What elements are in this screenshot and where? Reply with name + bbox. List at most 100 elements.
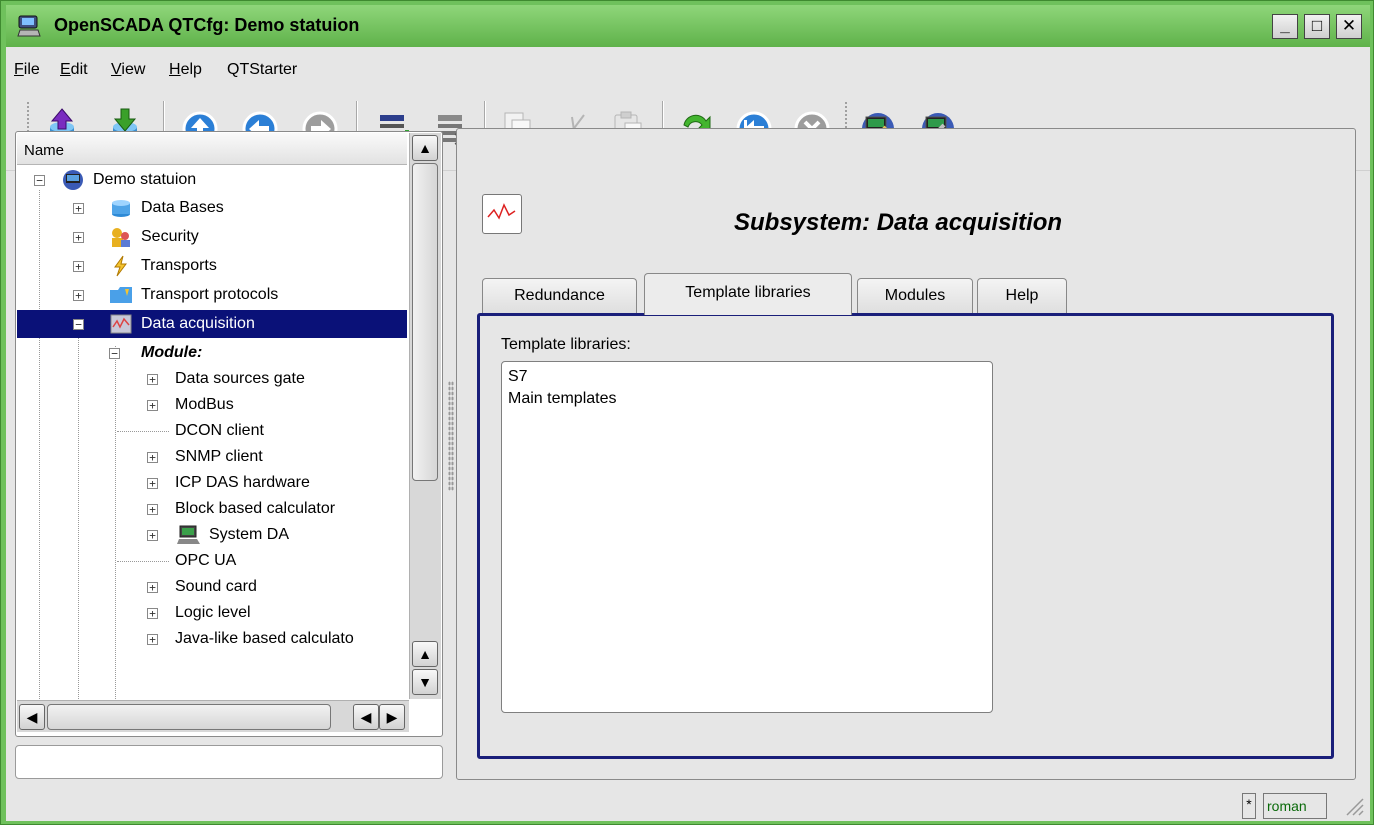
- scroll-up-icon[interactable]: ▲: [412, 641, 438, 667]
- close-button[interactable]: ✕: [1336, 14, 1362, 39]
- modified-indicator[interactable]: *: [1242, 793, 1256, 819]
- tree-item-system-da[interactable]: + System DA: [17, 521, 407, 549]
- app-window: OpenSCADA QTCfg: Demo statuion _ □ ✕ Fil…: [0, 0, 1374, 825]
- tree-item-data-bases[interactable]: + Data Bases: [17, 194, 407, 222]
- collapse-icon[interactable]: −: [34, 175, 45, 186]
- tree-item-snmp-client[interactable]: + SNMP client: [17, 443, 407, 471]
- expand-icon[interactable]: +: [73, 203, 84, 214]
- expand-icon[interactable]: +: [147, 374, 158, 385]
- folder-icon: [109, 284, 133, 306]
- menu-qtstarter[interactable]: QTStarter: [227, 61, 297, 79]
- expand-icon[interactable]: +: [73, 232, 84, 243]
- tree-item-module-group[interactable]: − Module:: [17, 339, 407, 367]
- maximize-button[interactable]: □: [1304, 14, 1330, 39]
- tree-item-icp-das-hardware[interactable]: + ICP DAS hardware: [17, 469, 407, 497]
- tree-item-data-sources-gate[interactable]: + Data sources gate: [17, 365, 407, 393]
- tree-item-label: Data acquisition: [141, 315, 255, 332]
- tree-item-label: Data Bases: [141, 199, 224, 216]
- menu-file[interactable]: File: [14, 61, 40, 79]
- tab-modules[interactable]: Modules: [857, 278, 973, 314]
- tree-item-demo-station[interactable]: − Demo statuion: [17, 166, 407, 194]
- window-title: OpenSCADA QTCfg: Demo statuion: [54, 15, 360, 35]
- tree-item-label: Demo statuion: [93, 171, 197, 188]
- tree-item-dcon-client[interactable]: DCON client: [17, 417, 407, 445]
- tree-item-modbus[interactable]: + ModBus: [17, 391, 407, 419]
- template-libraries-list[interactable]: S7 Main templates: [501, 361, 993, 713]
- navigation-tree: Name − Demo statuion + Data Bases + Secu…: [15, 131, 443, 737]
- expand-icon[interactable]: +: [147, 582, 158, 593]
- menu-help[interactable]: Help: [169, 61, 202, 79]
- tree-body: − Demo statuion + Data Bases + Security …: [17, 166, 407, 699]
- expand-icon[interactable]: +: [147, 608, 158, 619]
- scroll-left-icon[interactable]: ◀: [19, 704, 45, 730]
- tree-item-block-based-calculator[interactable]: + Block based calculator: [17, 495, 407, 523]
- lightning-icon: [109, 255, 133, 277]
- menu-edit[interactable]: Edit: [60, 61, 88, 79]
- menu-view[interactable]: View: [111, 61, 145, 79]
- tree-item-label: DCON client: [175, 422, 264, 439]
- page-title: Subsystem: Data acquisition: [734, 209, 1063, 236]
- scrollbar-thumb[interactable]: [47, 704, 331, 730]
- chart-icon: [109, 313, 133, 335]
- resize-grip-icon[interactable]: [1341, 793, 1365, 817]
- tree-item-label: Logic level: [175, 604, 251, 621]
- tree-item-label: ModBus: [175, 396, 234, 413]
- list-item[interactable]: S7: [508, 366, 986, 388]
- tree-item-transports[interactable]: + Transports: [17, 252, 407, 280]
- tree-vertical-scrollbar[interactable]: ▲ ▲ ▼: [409, 133, 441, 699]
- tree-item-security[interactable]: + Security: [17, 223, 407, 251]
- minimize-button[interactable]: _: [1272, 14, 1298, 39]
- scroll-left-icon[interactable]: ◀: [353, 704, 379, 730]
- tree-item-logic-level[interactable]: + Logic level: [17, 599, 407, 627]
- expand-icon[interactable]: +: [147, 530, 158, 541]
- tree-item-label: Sound card: [175, 578, 257, 595]
- scroll-right-icon[interactable]: ▶: [379, 704, 405, 730]
- tree-item-opc-ua[interactable]: OPC UA: [17, 547, 407, 575]
- expand-icon[interactable]: +: [147, 452, 158, 463]
- template-libraries-label: Template libraries:: [501, 336, 631, 353]
- collapse-icon[interactable]: −: [73, 319, 84, 330]
- computer-icon: [177, 524, 201, 546]
- app-logo-icon: [16, 14, 42, 38]
- tree-item-transport-protocols[interactable]: + Transport protocols: [17, 281, 407, 309]
- tab-redundance[interactable]: Redundance: [482, 278, 637, 314]
- command-input[interactable]: [15, 745, 443, 779]
- collapse-icon[interactable]: −: [109, 348, 120, 359]
- tree-item-label: Security: [141, 228, 199, 245]
- tree-item-label: Java-like based calculato: [175, 630, 354, 647]
- current-user[interactable]: roman: [1263, 793, 1327, 819]
- tree-item-label: Module:: [141, 344, 203, 361]
- tree-horizontal-scrollbar[interactable]: ◀ ◀ ▶: [17, 700, 409, 732]
- menu-bar: File Edit View Help QTStarter: [6, 47, 1370, 89]
- security-icon: [109, 226, 133, 248]
- database-icon: [109, 197, 133, 219]
- expand-icon[interactable]: +: [147, 504, 158, 515]
- station-icon: [61, 169, 85, 191]
- tree-item-label: Data sources gate: [175, 370, 305, 387]
- scroll-up-icon[interactable]: ▲: [412, 135, 438, 161]
- expand-icon[interactable]: +: [147, 400, 158, 411]
- pane-splitter-handle[interactable]: [448, 381, 454, 491]
- data-acquisition-icon: [482, 194, 522, 234]
- expand-icon[interactable]: +: [73, 290, 84, 301]
- list-item[interactable]: Main templates: [508, 388, 986, 410]
- expand-icon[interactable]: +: [147, 478, 158, 489]
- scrollbar-thumb[interactable]: [412, 163, 438, 481]
- tab-help[interactable]: Help: [977, 278, 1067, 314]
- tree-item-label: OPC UA: [175, 552, 237, 569]
- tree-item-label: ICP DAS hardware: [175, 474, 310, 491]
- tree-item-data-acquisition[interactable]: − Data acquisition: [17, 310, 407, 338]
- tree-item-label: Transports: [141, 257, 217, 274]
- tree-item-label: Transport protocols: [141, 286, 279, 303]
- expand-icon[interactable]: +: [73, 261, 84, 272]
- tab-template-libraries[interactable]: Template libraries: [644, 273, 852, 315]
- expand-icon[interactable]: +: [147, 634, 158, 645]
- tree-column-header[interactable]: Name: [17, 133, 407, 165]
- scroll-down-icon[interactable]: ▼: [412, 669, 438, 695]
- tree-item-java-like-calculator[interactable]: + Java-like based calculato: [17, 625, 407, 653]
- title-bar[interactable]: OpenSCADA QTCfg: Demo statuion _ □ ✕: [6, 5, 1370, 47]
- tree-item-sound-card[interactable]: + Sound card: [17, 573, 407, 601]
- tree-item-label: System DA: [209, 526, 290, 543]
- tree-item-label: SNMP client: [175, 448, 263, 465]
- tree-item-label: Block based calculator: [175, 500, 336, 517]
